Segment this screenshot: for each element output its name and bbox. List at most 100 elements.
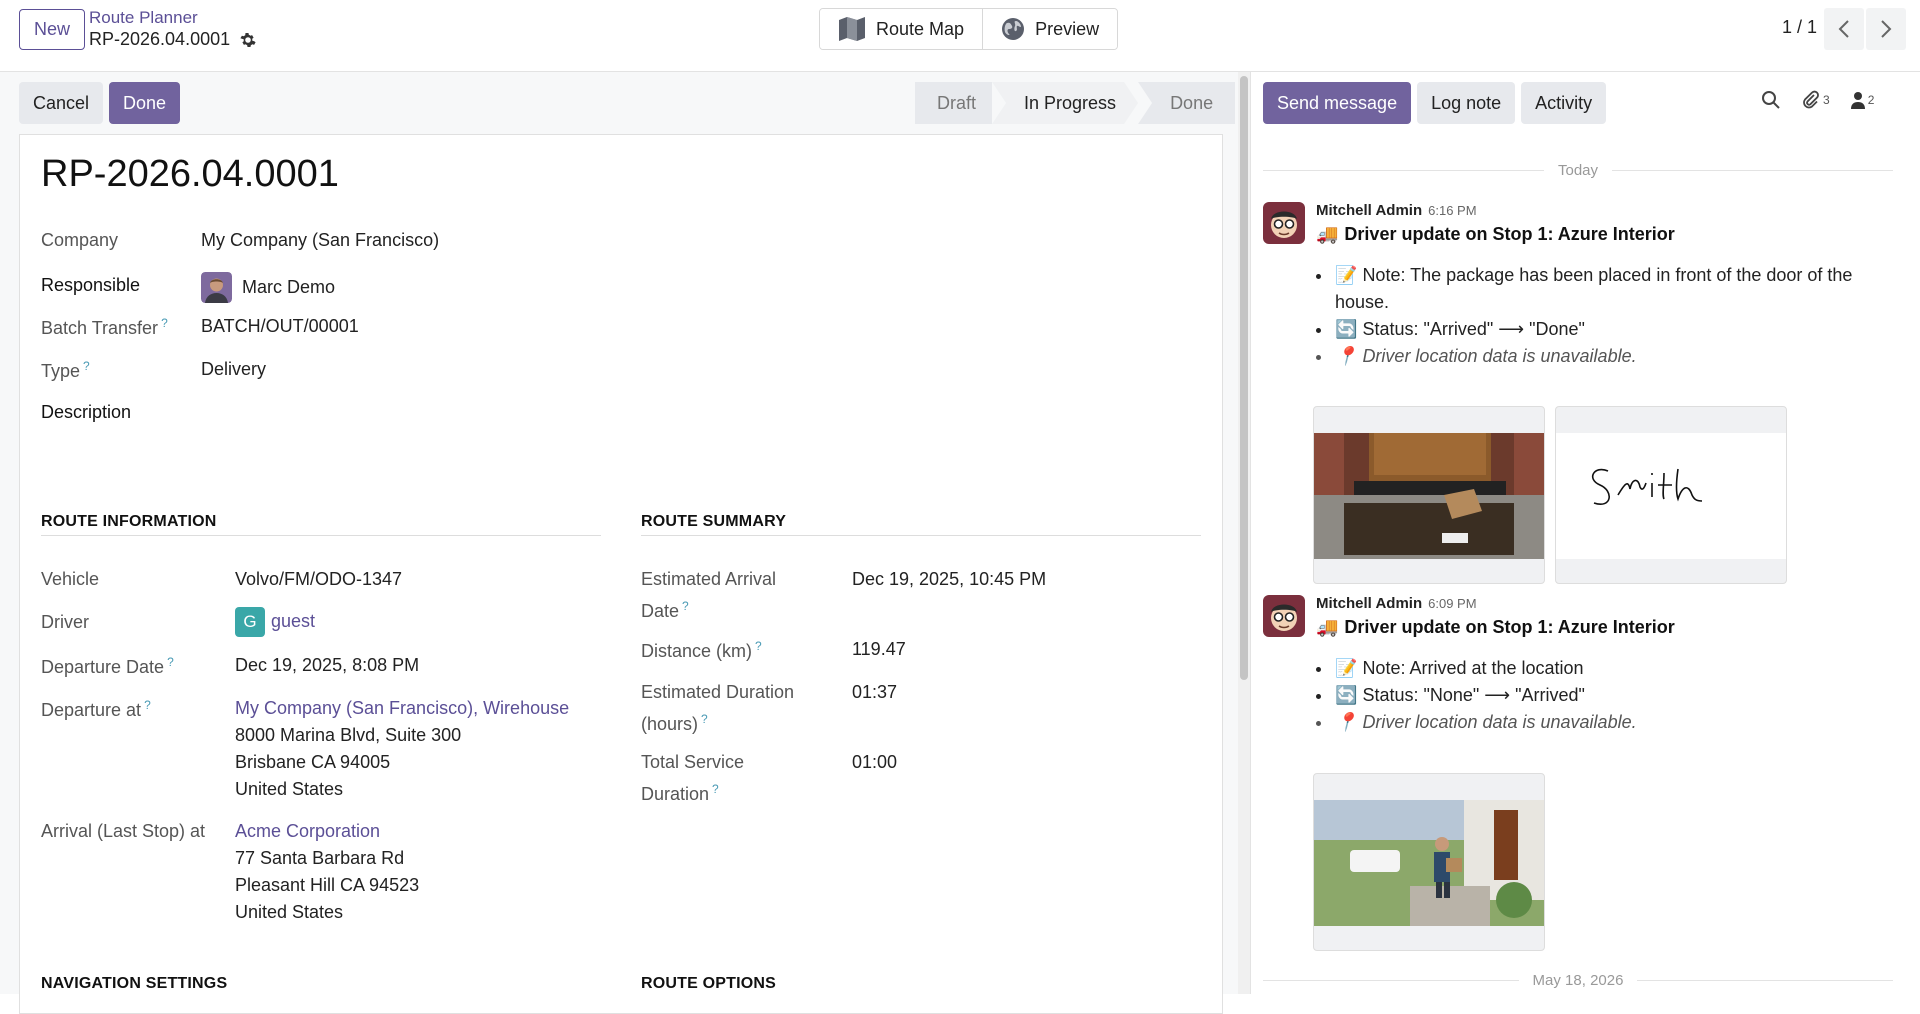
batch-transfer-label: Batch Transfer? <box>41 316 168 339</box>
pin-icon: 📍 <box>1335 346 1358 366</box>
message-author[interactable]: Mitchell Admin 6:16 PM <box>1316 202 1477 219</box>
pager-buttons <box>1824 8 1906 50</box>
departure-date-value[interactable]: Dec 19, 2025, 8:08 PM <box>235 655 419 676</box>
message-note-text-cont: house. <box>1335 292 1390 312</box>
help-tooltip-icon[interactable]: ? <box>161 316 168 330</box>
control-panel: New Route Planner RP-2026.04.0001 Route … <box>0 0 1920 72</box>
help-tooltip-icon[interactable]: ? <box>682 599 689 613</box>
departure-partner-link[interactable]: My Company (San Francisco), Wirehouse <box>235 698 569 718</box>
chevron-right-icon <box>1881 20 1892 38</box>
vehicle-value[interactable]: Volvo/FM/ODO-1347 <box>235 569 402 590</box>
new-button[interactable]: New <box>19 9 85 50</box>
pager-value[interactable]: 1 / 1 <box>1782 17 1817 38</box>
send-message-button[interactable]: Send message <box>1263 82 1412 124</box>
responsible-name: Marc Demo <box>242 277 336 297</box>
attachment-image[interactable] <box>1313 406 1545 584</box>
help-tooltip-icon[interactable]: ? <box>167 655 174 669</box>
preview-button[interactable]: Preview <box>982 9 1118 49</box>
arrival-label: Arrival (Last Stop) at <box>41 821 206 841</box>
duration-label-line1: Estimated Duration <box>641 682 795 702</box>
map-icon <box>839 17 865 41</box>
arrival-partner-link[interactable]: Acme Corporation <box>235 821 380 841</box>
service-duration-label: Total Service Duration? <box>641 749 744 808</box>
help-tooltip-icon[interactable]: ? <box>701 712 708 726</box>
refresh-icon: 🔄 <box>1335 319 1358 339</box>
service-duration-label-line1: Total Service <box>641 752 745 772</box>
departure-date-label-text: Departure Date <box>41 657 165 677</box>
record-title[interactable]: RP-2026.04.0001 <box>41 153 339 196</box>
date-separator-label: Today <box>1557 162 1599 179</box>
separator-line <box>1637 980 1893 981</box>
help-tooltip-icon[interactable]: ? <box>755 639 762 653</box>
message-author[interactable]: Mitchell Admin 6:09 PM <box>1316 595 1477 612</box>
message-note: 📝 Note: Arrived at the location <box>1333 655 1903 682</box>
message-title: 🚚 Driver update on Stop 1: Azure Interio… <box>1316 617 1675 638</box>
departure-address-line3: United States <box>235 779 344 799</box>
eta-label: Estimated Arrival Date? <box>641 566 776 625</box>
distance-label-text: Distance (km) <box>641 641 753 661</box>
arrival-address-line2: Pleasant Hill CA 94523 <box>235 875 420 895</box>
done-button[interactable]: Done <box>109 82 181 124</box>
user-icon <box>1850 92 1865 109</box>
form-scrollbar-thumb[interactable] <box>1240 76 1248 680</box>
status-draft[interactable]: Draft <box>915 82 993 124</box>
truck-icon: 🚚 <box>1316 617 1339 637</box>
pager-previous-button[interactable] <box>1824 8 1864 50</box>
breadcrumb-app[interactable]: Route Planner <box>89 8 198 28</box>
status-done[interactable]: Done <box>1138 82 1236 124</box>
help-tooltip-icon[interactable]: ? <box>712 782 719 796</box>
departure-address-line1: 8000 Marina Blvd, Suite 300 <box>235 725 462 745</box>
departure-date-label: Departure Date? <box>41 655 174 678</box>
status-bar: Draft In Progress Done <box>915 82 1236 124</box>
duration-value: 01:37 <box>852 682 898 702</box>
driver-avatar: G <box>235 607 265 637</box>
preview-label: Preview <box>1035 18 1100 39</box>
attachments-button[interactable]: 3 <box>1801 90 1830 110</box>
vehicle-label: Vehicle <box>41 569 100 589</box>
driver-name[interactable]: guest <box>271 611 315 631</box>
log-note-button[interactable]: Log note <box>1417 82 1516 124</box>
message-location: 📍 Driver location data is unavailable. <box>1333 709 1903 736</box>
driver-value[interactable]: Gguest <box>235 607 315 637</box>
batch-transfer-value[interactable]: BATCH/OUT/00001 <box>201 316 359 337</box>
help-tooltip-icon[interactable]: ? <box>83 359 90 373</box>
company-label: Company <box>41 230 119 250</box>
help-tooltip-icon[interactable]: ? <box>144 698 151 712</box>
cancel-button[interactable]: Cancel <box>19 82 104 124</box>
route-map-button[interactable]: Route Map <box>820 9 983 49</box>
breadcrumb-record-label: RP-2026.04.0001 <box>89 29 231 49</box>
message-note-text: Note: Arrived at the location <box>1362 658 1584 678</box>
signature-image <box>1556 433 1786 559</box>
distance-label: Distance (km)? <box>641 639 762 662</box>
status-in-progress[interactable]: In Progress <box>992 82 1138 124</box>
form-pane: Cancel Done Draft In Progress Done RP-20… <box>0 72 1238 1014</box>
eta-label-line1: Estimated Arrival <box>641 569 777 589</box>
service-duration-value: 01:00 <box>852 752 898 772</box>
chatter-panel: Send message Log note Activity 3 2 Today… <box>1251 72 1920 994</box>
form-scrollbar[interactable] <box>1238 72 1250 994</box>
message-location-text: Driver location data is unavailable. <box>1362 346 1637 366</box>
attachment-image[interactable] <box>1313 773 1545 951</box>
search-icon[interactable] <box>1761 90 1781 110</box>
attachment-image[interactable] <box>1555 406 1787 584</box>
globe-icon <box>1002 18 1025 40</box>
activity-button[interactable]: Activity <box>1521 82 1607 124</box>
route-information-heading: ROUTE INFORMATION <box>41 513 601 536</box>
departure-address: My Company (San Francisco), Wirehouse 80… <box>235 695 569 803</box>
arrival-address-line3: United States <box>235 902 344 922</box>
message-status: 🔄 Status: "Arrived" ⟶ "Done" <box>1333 316 1903 343</box>
paperclip-icon <box>1803 90 1819 109</box>
type-value[interactable]: Delivery <box>201 359 266 380</box>
pager-next-button[interactable] <box>1866 8 1906 50</box>
date-separator-label: May 18, 2026 <box>1532 972 1624 989</box>
company-value[interactable]: My Company (San Francisco) <box>201 230 439 251</box>
message-author-name: Mitchell Admin <box>1316 202 1423 219</box>
author-avatar[interactable] <box>1263 202 1305 244</box>
gear-icon[interactable] <box>240 32 256 48</box>
followers-button[interactable]: 2 <box>1850 91 1874 109</box>
separator-line <box>1263 170 1544 171</box>
route-map-label: Route Map <box>876 18 965 39</box>
responsible-value[interactable]: Marc Demo <box>201 272 335 303</box>
message-time: 6:16 PM <box>1428 203 1477 218</box>
author-avatar[interactable] <box>1263 595 1305 637</box>
